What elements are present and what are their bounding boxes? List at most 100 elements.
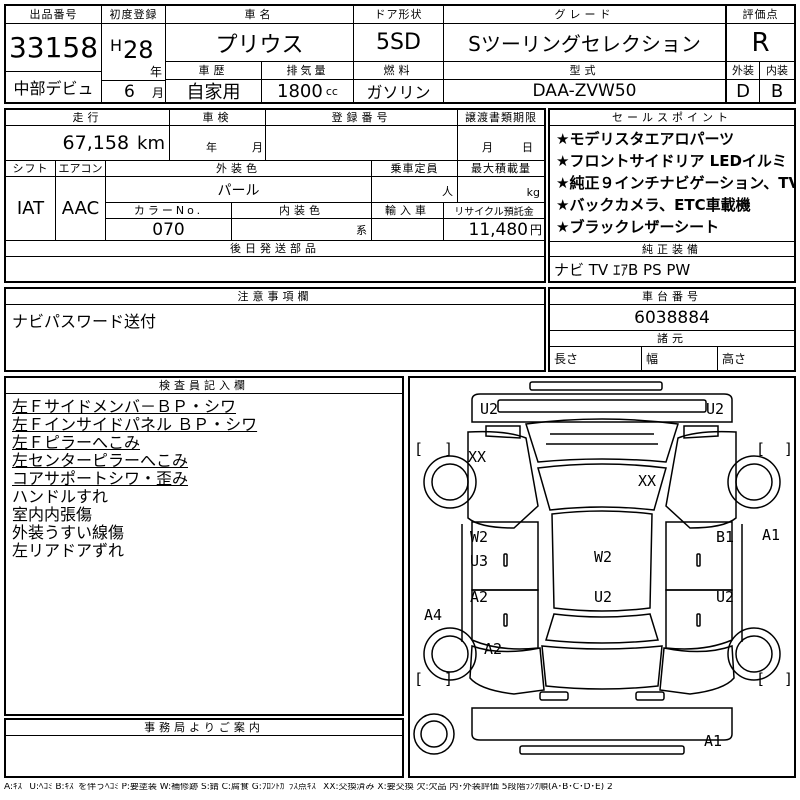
model-label: 型式	[444, 62, 726, 80]
mark-right-front-door: B1	[716, 528, 735, 546]
office-label: 事務局よりご案内	[6, 720, 402, 736]
sales-label: セールスポイント	[550, 110, 794, 126]
mark-roof-rear: U2	[594, 588, 613, 606]
ac-label: エアコン	[56, 161, 106, 177]
bracket-8: ]	[784, 670, 794, 688]
color-label: 外装色	[106, 161, 372, 177]
inspector-line-1: 左Ｆサイドメンバ－ＢＰ・シワ	[12, 397, 237, 416]
ext-score: D	[726, 80, 760, 102]
grade-label: グレード	[444, 6, 726, 24]
office-box: 事務局よりご案内	[4, 718, 404, 778]
bracket-6: ]	[444, 670, 454, 688]
first-reg-year: 28	[123, 36, 154, 64]
mileage: 67,158	[62, 132, 130, 154]
inspection-label: 車検	[170, 110, 266, 126]
color: パール	[106, 177, 372, 203]
left-rear-fender	[469, 644, 545, 695]
mark-left-rear-door: A2	[470, 588, 489, 606]
color-no-label: カラーNo.	[106, 203, 232, 219]
inspector-box: 検査員記入欄 左Ｆサイドメンバ－ＢＰ・シワ 左Ｆインサイドパネル ＢＰ・シワ 左…	[4, 376, 404, 716]
notes-label: 注意事項欄	[6, 289, 544, 305]
mark-left-front-fender: XX	[468, 448, 487, 466]
mark-right-front-fender: XX	[638, 472, 657, 490]
inspection-month-text: 月	[252, 141, 263, 154]
fuel-label: 燃料	[354, 62, 444, 80]
inspector-line-4: 左センターピラーへこみ	[12, 451, 189, 470]
inspector-line-2: 左Ｆインサイドパネル ＢＰ・シワ	[12, 415, 258, 434]
year-unit: 年	[150, 65, 163, 79]
left-taillight	[539, 691, 569, 701]
vehicle-details-box: 走行 67,158 km 車検 登録番号 譲渡書類期限 シフト IAT エアコン…	[4, 108, 546, 283]
mileage-unit: km	[137, 132, 165, 154]
length: 長さ	[550, 347, 642, 370]
mark-right-sill: A1	[762, 526, 781, 544]
transfer-day-unit: 日	[522, 141, 533, 154]
inspector-line-8: 外装うすい線傷	[12, 523, 125, 542]
front-grille	[497, 399, 707, 413]
int-label: 内装	[760, 62, 794, 80]
int-score: B	[770, 80, 784, 102]
sales-point-3: ★純正９インチナビゲーション、TV	[556, 174, 794, 192]
recycle-cell: 11,480 円	[444, 219, 544, 241]
inspector-lines: 左Ｆサイドメンバ－ＢＰ・シワ 左Ｆインサイドパネル ＢＰ・シワ 左Ｆピラーへこみ…	[12, 398, 257, 560]
door-label: ドア形状	[354, 6, 444, 24]
transfer-label: 譲渡書類期限	[458, 110, 544, 126]
registration-label: 登録番号	[266, 110, 458, 126]
bracket-5: [	[414, 670, 424, 688]
load-label: 最大積載量	[458, 161, 544, 177]
first-reg-month: 6	[124, 82, 135, 102]
height: 高さ	[722, 352, 747, 366]
eval-label: 評価点	[726, 6, 794, 24]
sales-points-box: セールスポイント ★モデリスタエアロパーツ ★フロントサイドリア LEDイルミ …	[548, 108, 796, 283]
sales-point-1: ★モデリスタエアロパーツ	[556, 130, 735, 148]
chassis-box: 車台番号 6038884 諸元 長さ 幅 高さ	[548, 287, 796, 372]
era: H	[110, 36, 123, 55]
rear-bumper	[471, 707, 733, 741]
mark-front-bumper-right: U2	[706, 400, 725, 418]
hood	[525, 418, 679, 463]
inspector-label: 検査員記入欄	[6, 378, 402, 394]
model: DAA-ZVW50	[444, 80, 726, 102]
import-cell	[372, 219, 444, 241]
dims-label: 諸元	[550, 331, 794, 347]
shift-label: シフト	[6, 161, 56, 177]
equip-label: 純正装備	[550, 241, 794, 257]
registration-cell	[266, 126, 458, 161]
displacement-unit: cc	[325, 84, 338, 98]
mark-left-sill: A4	[424, 606, 443, 624]
sales-list: ★モデリスタエアロパーツ ★フロントサイドリア LEDイルミ ★純正９インチナビ…	[550, 128, 794, 240]
lot-label: 出品番号	[6, 6, 102, 24]
ac: AAC	[56, 177, 106, 241]
bracket-1: [	[414, 440, 424, 458]
trunk	[541, 645, 663, 690]
displacement: 1800	[277, 80, 323, 102]
recycle-label: リサイクル預託金	[444, 203, 544, 219]
inspector-line-6: ハンドルすれ	[12, 487, 109, 506]
shift: IAT	[6, 177, 56, 241]
history: 自家用	[166, 80, 262, 102]
right-front-fender	[665, 430, 737, 529]
eval-score: R	[726, 24, 794, 62]
load-unit: kg	[458, 177, 544, 203]
chassis-label: 車台番号	[550, 289, 794, 305]
car-name: プリウス	[166, 24, 354, 62]
width: 幅	[642, 347, 718, 370]
mileage-cell: 67,158 km	[6, 126, 170, 161]
capacity-unit: 人	[372, 177, 458, 203]
capacity-label: 乗車定員	[372, 161, 458, 177]
first-reg-label: 初度登録	[102, 6, 166, 24]
front-bumper-strip	[529, 381, 663, 391]
bracket-4: ]	[784, 440, 794, 458]
transfer-month-unit: 月	[482, 141, 493, 154]
bracket-7: [	[756, 670, 766, 688]
inspector-line-9: 左リアドアずれ	[12, 541, 125, 560]
inspector-line-5: コアサポートシワ・歪み	[12, 469, 189, 488]
month-unit: 月	[152, 86, 165, 100]
chassis-number: 6038884	[550, 305, 794, 331]
car-diagram	[413, 381, 781, 755]
color-no: 070	[106, 219, 232, 241]
displacement-cell: 1800 cc	[262, 80, 354, 102]
recycle-fee: 11,480	[468, 219, 528, 240]
header-box: 出品番号 33158 中部デビュ 初度登録 H 28 年 6 月 車名 プリウス…	[4, 4, 796, 104]
car-name-label: 車名	[166, 6, 354, 24]
